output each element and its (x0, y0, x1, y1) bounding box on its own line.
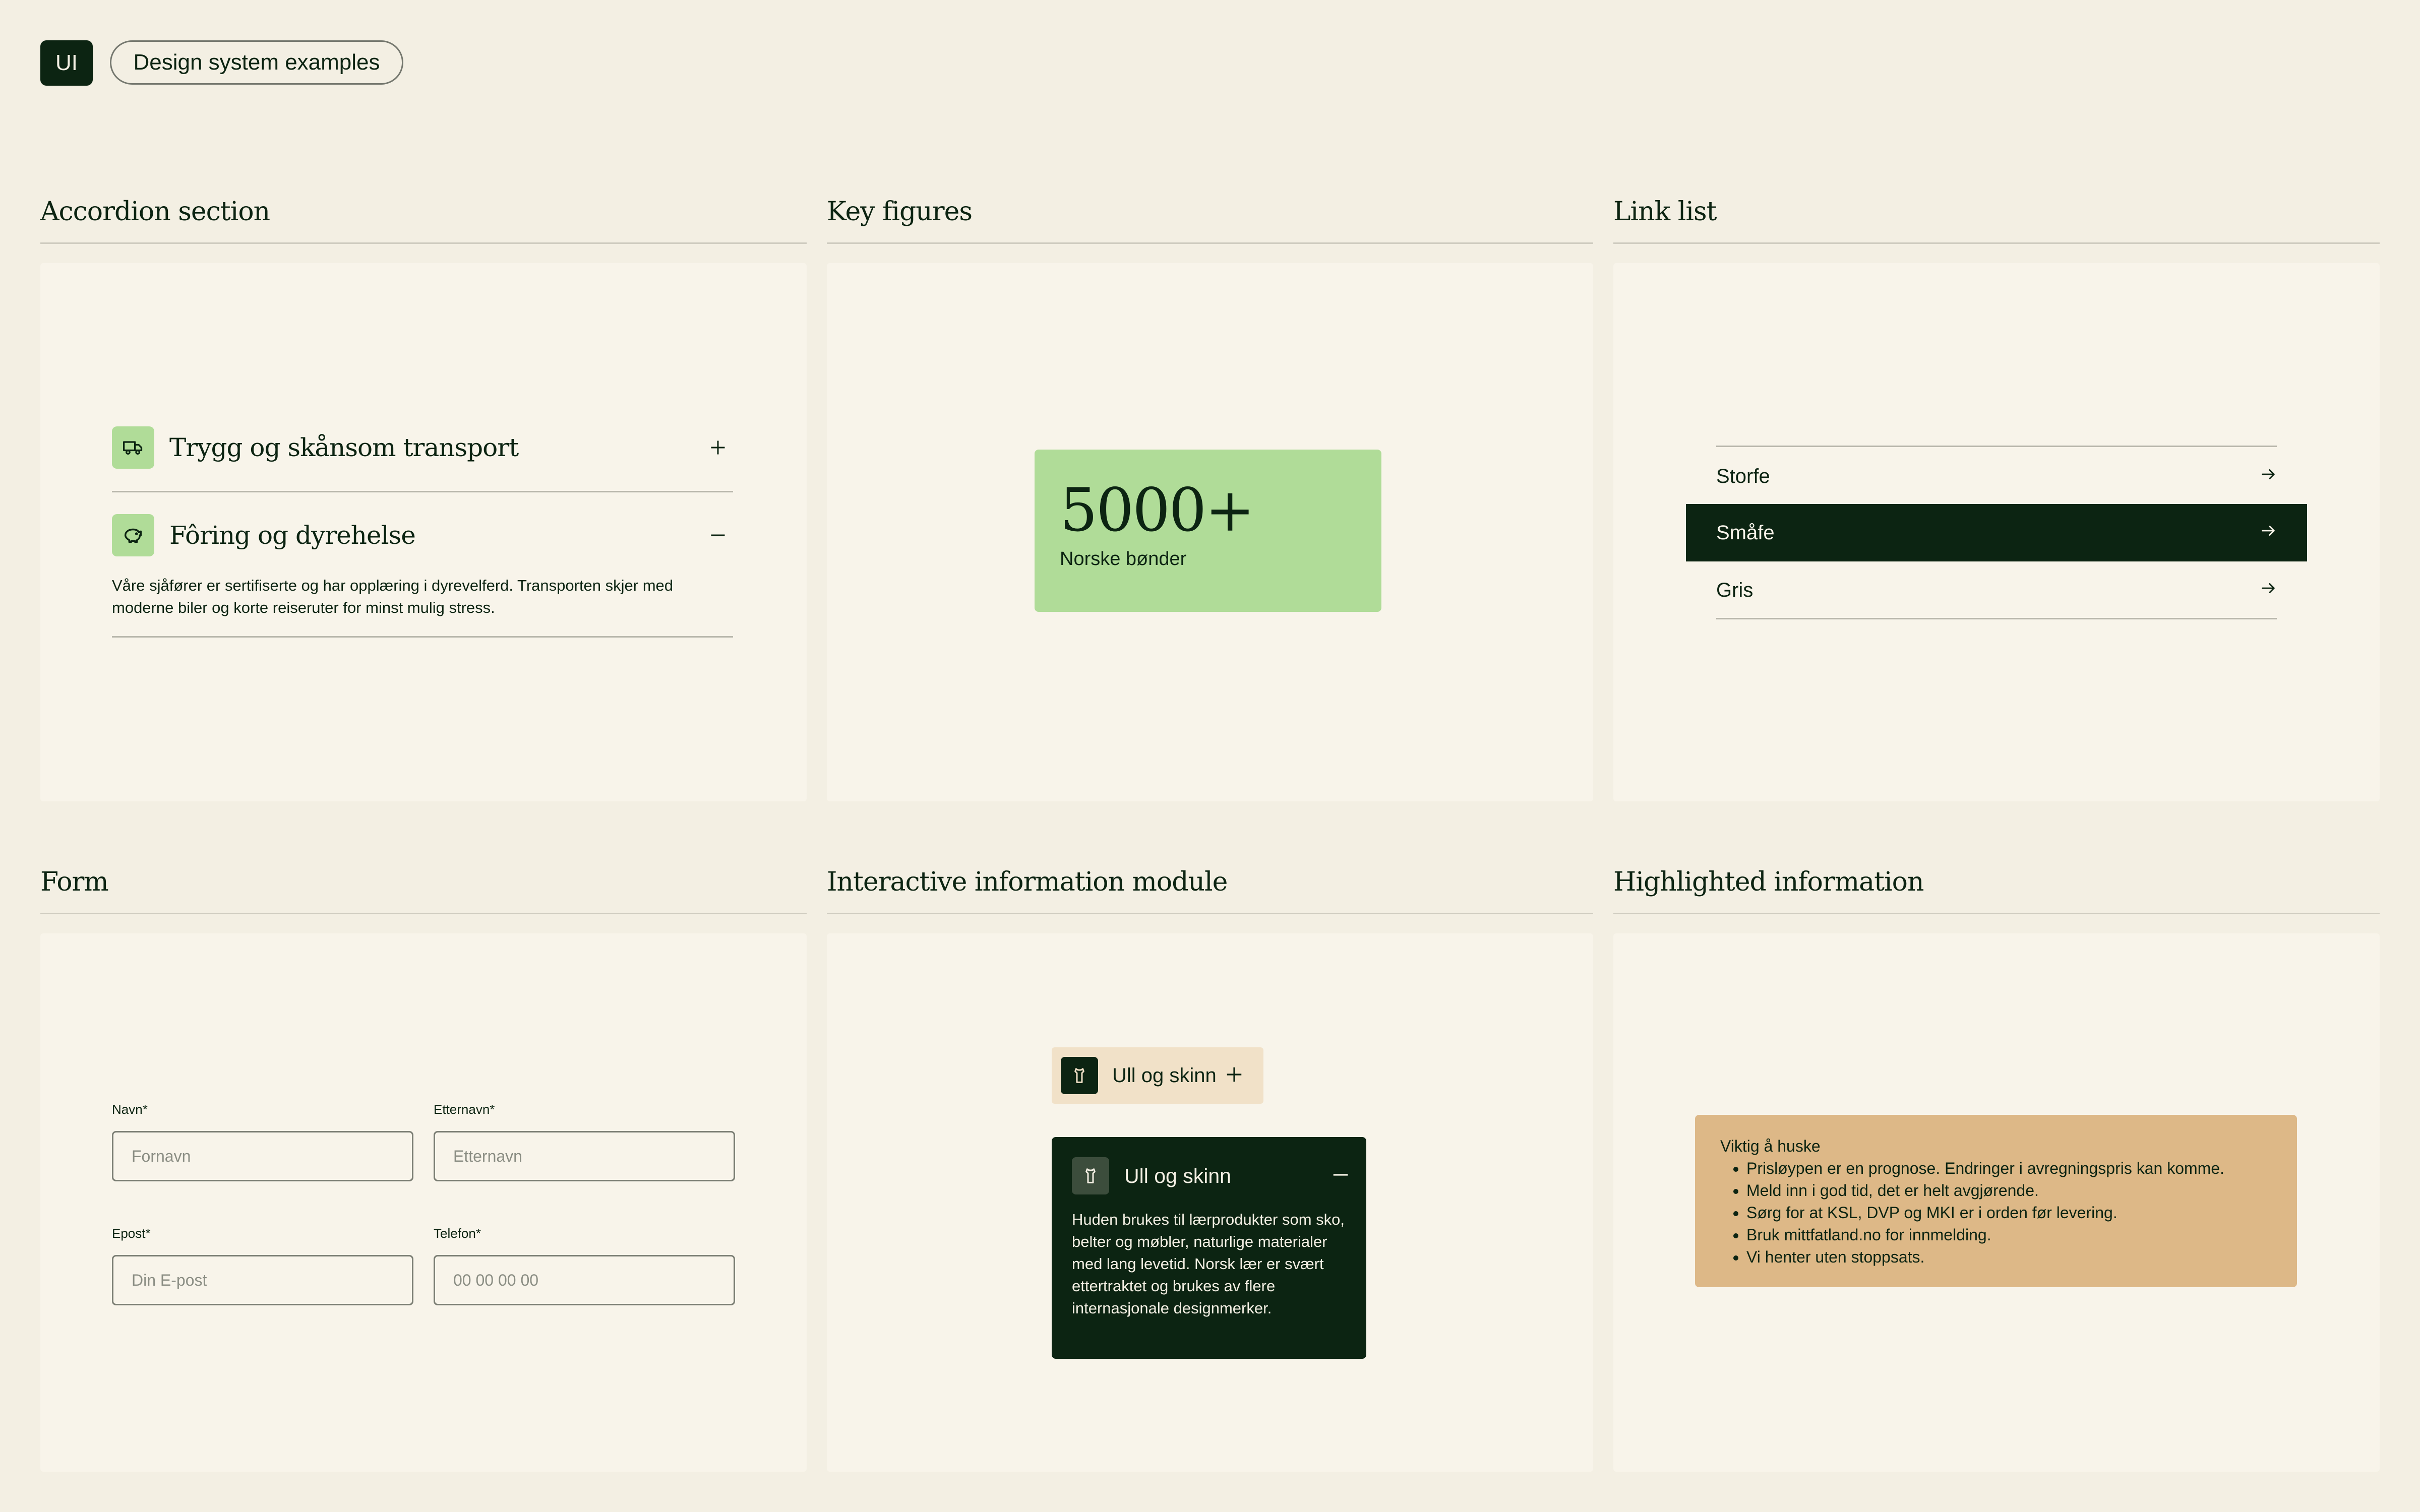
arrow-right-icon (2260, 522, 2277, 544)
link-list-divider (1716, 618, 2277, 619)
plus-icon (1225, 1065, 1244, 1087)
info-chip-label: Ull og skinn (1112, 1064, 1217, 1087)
truck-icon (112, 426, 154, 469)
highlight-box: Viktig å huske Prisløypen er en prognose… (1695, 1115, 2297, 1287)
info-card-header[interactable]: Ull og skinn (1072, 1157, 1350, 1194)
accordion-item-title: Fôring og dyrehelse (169, 521, 416, 550)
last-name-field[interactable] (434, 1131, 735, 1181)
link-list-panel: Storfe Småfe Gris (1613, 263, 2380, 801)
logo-badge[interactable]: UI (40, 40, 93, 86)
highlight-title: Viktig å huske (1720, 1137, 1821, 1155)
email-label: Epost* (112, 1226, 151, 1241)
list-item: Bruk mittfatland.no for innmelding. (1746, 1224, 2272, 1246)
link-item-storfe[interactable]: Storfe (1686, 448, 2307, 505)
form-section-title: Form (40, 867, 109, 897)
link-item-gris[interactable]: Gris (1686, 561, 2307, 619)
first-name-field[interactable] (112, 1131, 413, 1181)
section-divider (1613, 913, 2380, 914)
email-field[interactable] (112, 1255, 413, 1305)
highlight-list: Prisløypen er en prognose. Endringer i a… (1720, 1157, 2272, 1268)
phone-label: Telefon* (434, 1226, 481, 1241)
info-chip-collapsed[interactable]: Ull og skinn (1052, 1047, 1263, 1104)
highlighted-section-title: Highlighted information (1613, 867, 1924, 897)
hide-icon (1061, 1057, 1098, 1094)
link-list-divider (1716, 446, 2277, 447)
link-item-smafe[interactable]: Småfe (1686, 504, 2307, 561)
accordion-section-title: Accordion section (40, 197, 270, 227)
accordion-divider (112, 491, 733, 492)
link-label: Småfe (1716, 521, 1775, 544)
key-figure-value: 5000+ (1060, 475, 1255, 545)
hide-icon (1072, 1157, 1109, 1194)
accordion-item-transport[interactable]: Trygg og skånsom transport (112, 426, 733, 469)
arrow-right-icon (2260, 579, 2277, 602)
pig-icon (112, 514, 154, 556)
list-item: Vi henter uten stoppsats. (1746, 1246, 2272, 1268)
section-divider (40, 242, 807, 244)
list-item: Prisløypen er en prognose. Endringer i a… (1746, 1157, 2272, 1179)
info-card-body: Huden brukes til lærprodukter som sko, b… (1072, 1211, 1345, 1317)
section-divider (1613, 242, 2380, 244)
link-label: Storfe (1716, 465, 1770, 487)
info-module-panel: Ull og skinn Ull og skinn Huden brukes t… (827, 933, 1593, 1472)
arrow-right-icon (2260, 465, 2277, 488)
section-divider (827, 913, 1593, 914)
section-divider (827, 242, 1593, 244)
key-figure-label: Norske bønder (1060, 548, 1187, 570)
minus-icon[interactable] (1331, 1165, 1350, 1187)
key-figure-card: 5000+ Norske bønder (1035, 450, 1381, 612)
first-name-label: Navn* (112, 1102, 148, 1117)
link-label: Gris (1716, 579, 1753, 601)
highlighted-panel: Viktig å huske Prisløypen er en prognose… (1613, 933, 2380, 1472)
accordion-panel: Trygg og skånsom transport Fôring og dyr… (40, 263, 807, 801)
minus-icon[interactable] (703, 520, 733, 550)
list-item: Sørg for at KSL, DVP og MKI er i orden f… (1746, 1202, 2272, 1224)
section-divider (40, 913, 807, 914)
info-card-expanded: Ull og skinn Huden brukes til lærprodukt… (1052, 1137, 1366, 1359)
design-system-pill[interactable]: Design system examples (110, 40, 403, 85)
phone-field[interactable] (434, 1255, 735, 1305)
info-module-section-title: Interactive information module (827, 867, 1228, 897)
link-list-section-title: Link list (1613, 197, 1717, 227)
form-panel: Navn* Etternavn* Epost* Telefon* (40, 933, 807, 1472)
info-card-title: Ull og skinn (1124, 1164, 1231, 1187)
accordion-item-body: Våre sjåfører er sertifiserte og har opp… (112, 577, 674, 616)
last-name-label: Etternavn* (434, 1102, 495, 1117)
accordion-divider (112, 636, 733, 638)
key-figures-section-title: Key figures (827, 197, 973, 227)
accordion-item-title: Trygg og skånsom transport (169, 433, 519, 462)
key-figures-panel: 5000+ Norske bønder (827, 263, 1593, 801)
list-item: Meld inn i god tid, det er helt avgjøren… (1746, 1179, 2272, 1202)
plus-icon[interactable] (703, 432, 733, 463)
accordion-item-feeding[interactable]: Fôring og dyrehelse (112, 514, 733, 556)
